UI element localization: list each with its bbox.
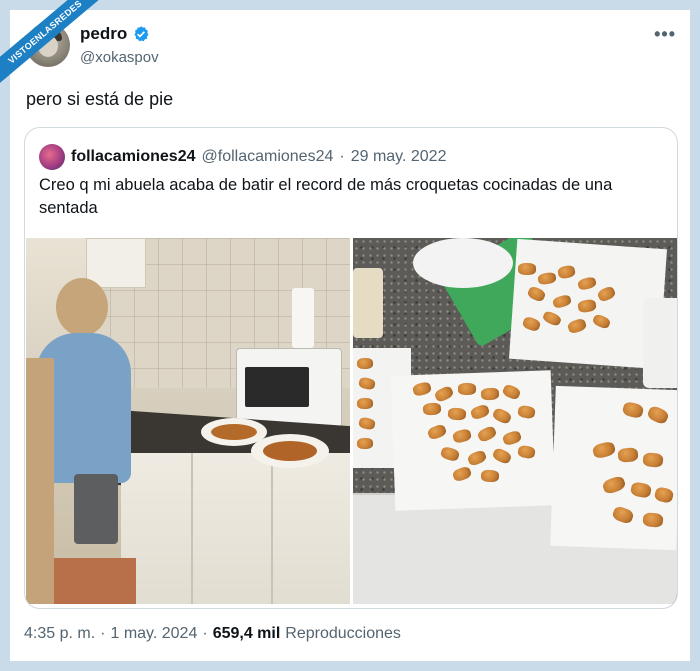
quoted-author-handle[interactable]: @follacamiones24: [202, 148, 334, 166]
author-name-row: pedro: [80, 24, 150, 44]
croquette: [518, 263, 536, 275]
verified-badge-icon: [134, 26, 149, 42]
tweet-footer: 4:35 p. m. · 1 may. 2024 · 659,4 mil Rep…: [24, 625, 401, 643]
bag: [353, 268, 383, 338]
cupboard-divider: [191, 453, 193, 604]
quoted-tweet-text: Creo q mi abuela acaba de batir el recor…: [39, 176, 613, 217]
quoted-tweet-header: follacamiones24 @follacamiones24 · 29 ma…: [39, 144, 446, 170]
kitchen-photo[interactable]: [26, 238, 350, 604]
lower-cupboards: [121, 453, 350, 604]
author-name[interactable]: pedro: [80, 24, 127, 44]
croquettes-plate: [251, 434, 329, 468]
quoted-author-avatar[interactable]: [39, 144, 65, 170]
croquette: [642, 452, 664, 468]
tweet-text: pero si está de pie: [26, 89, 174, 109]
person-partial: [26, 358, 54, 604]
paper-towel-roll: [292, 288, 314, 348]
tweet-date[interactable]: 1 may. 2024: [110, 625, 197, 643]
more-horizontal-icon[interactable]: •••: [654, 24, 676, 45]
wall-cabinet: [86, 238, 146, 288]
croquette: [642, 512, 664, 528]
croquette: [356, 437, 374, 450]
tweet-time[interactable]: 4:35 p. m.: [24, 625, 95, 643]
quoted-author-name[interactable]: follacamiones24: [71, 148, 196, 166]
microwave: [236, 348, 342, 428]
croquette: [356, 357, 374, 370]
container: [643, 298, 677, 388]
croquette: [447, 407, 467, 421]
woman-head: [56, 278, 108, 336]
views-label: Reproducciones: [285, 625, 401, 642]
views-count: 659,4 mil: [212, 625, 281, 642]
croquette: [480, 469, 500, 483]
footer-separator: ·: [202, 625, 208, 642]
croquette: [458, 383, 476, 395]
cupboard-divider: [271, 453, 273, 604]
croquette: [356, 397, 374, 410]
author-handle[interactable]: @xokaspov: [80, 49, 159, 66]
footer-separator: ·: [100, 625, 106, 642]
microwave-door: [245, 367, 309, 407]
quoted-tweet-card[interactable]: follacamiones24 @follacamiones24 · 29 ma…: [24, 127, 678, 609]
quoted-media-grid: [25, 238, 677, 604]
croquettes-photo[interactable]: [353, 238, 677, 604]
quoted-separator: ·: [339, 148, 345, 165]
quoted-date[interactable]: 29 may. 2022: [351, 148, 447, 166]
woman-pants: [74, 474, 118, 544]
paper-plates: [413, 238, 513, 288]
